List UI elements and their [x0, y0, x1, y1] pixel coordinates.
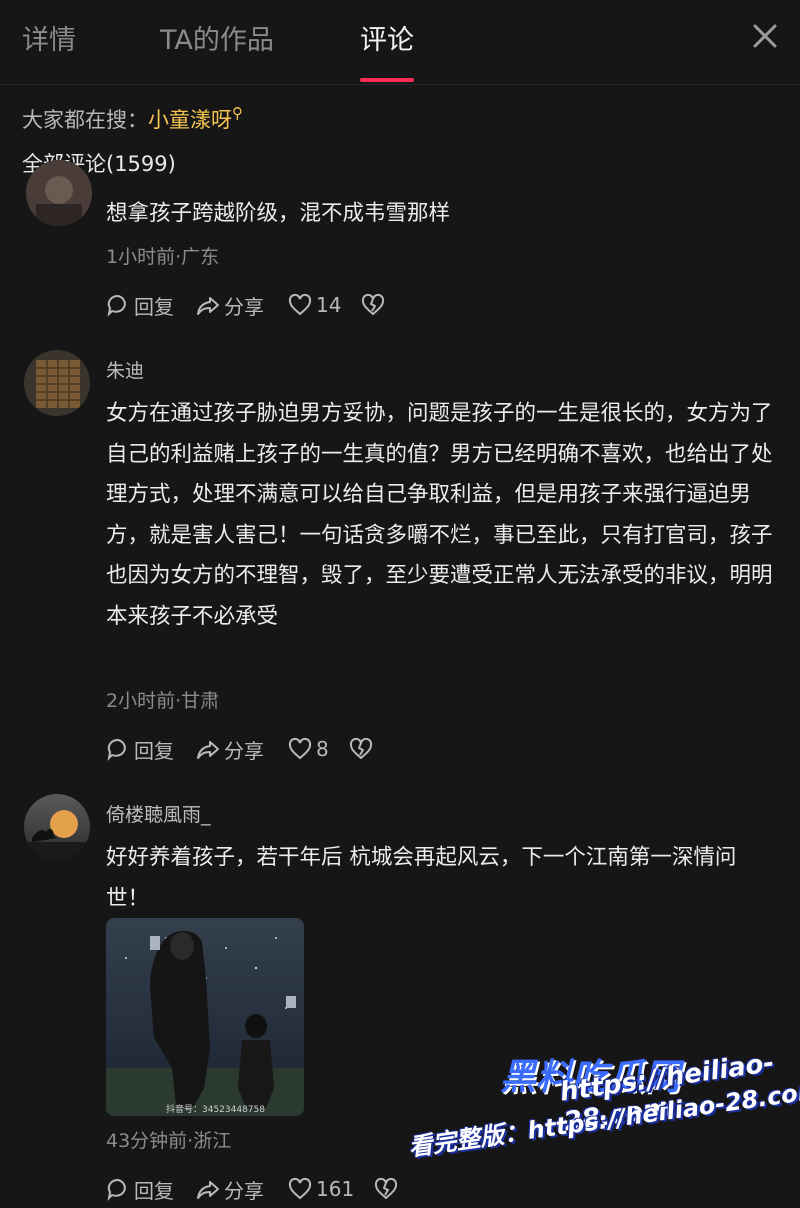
tab-comments[interactable]: 评论: [360, 18, 414, 57]
like-count: 8: [316, 737, 329, 761]
comment-text: 好好养着孩子，若干年后 杭城会再起风云，下一个江南第一深情问世！: [106, 845, 737, 911]
watermark-full-link: 看完整版：https://heiliao-28.com: [406, 1075, 800, 1162]
share-label: 分享: [224, 294, 264, 319]
comment-actions: 回复 分享 14: [106, 290, 389, 320]
reply-label: 回复: [134, 1178, 174, 1203]
comment-actions: 回复 分享 161: [106, 1174, 402, 1204]
comment-text: 女方在通过孩子胁迫男方妥协，问题是孩子的一生是很长的，女方为了自己的利益赌上孩子…: [106, 401, 773, 629]
active-tab-indicator: [360, 78, 414, 82]
like-icon: [288, 293, 312, 316]
image-caption: 抖音号：34523448758: [166, 1105, 265, 1115]
reply-icon: [107, 294, 126, 317]
share-button[interactable]: 分享: [196, 735, 264, 764]
like-button[interactable]: 8: [288, 737, 329, 761]
hot-search-keyword[interactable]: 小童漾呀: [148, 108, 232, 132]
comment-meta: 43分钟前·浙江: [106, 1130, 232, 1152]
comment-image[interactable]: 抖音号：34523448758: [106, 918, 304, 1116]
reply-button[interactable]: 回复: [106, 735, 174, 764]
watermark-brand: 黑料吃瓜网: [500, 1057, 681, 1098]
tab-works[interactable]: TA的作品: [160, 18, 274, 57]
tab-details[interactable]: 详情: [22, 18, 76, 57]
share-icon: [197, 741, 219, 759]
comment-username[interactable]: 朱迪: [106, 356, 144, 383]
avatar[interactable]: [26, 160, 92, 226]
like-button[interactable]: 14: [288, 293, 341, 317]
like-count: 161: [316, 1177, 355, 1201]
reply-button[interactable]: 回复: [106, 291, 174, 320]
reply-button[interactable]: 回复: [106, 1175, 174, 1204]
like-icon: [288, 737, 312, 760]
dislike-icon: [349, 737, 372, 759]
comment-meta: 1小时前·广东: [106, 246, 220, 268]
like-icon: [288, 1177, 312, 1200]
share-icon: [197, 1181, 219, 1199]
comment-actions: 回复 分享 8: [106, 734, 377, 764]
dislike-icon: [362, 293, 385, 315]
share-icon: [197, 297, 219, 315]
comment-text: 想拿孩子跨越阶级，混不成韦雪那样: [106, 201, 451, 226]
share-button[interactable]: 分享: [196, 291, 264, 320]
comment-username[interactable]: 倚楼聴風雨_: [106, 800, 211, 827]
share-label: 分享: [224, 738, 264, 763]
hot-search: 大家都在搜：小童漾呀⚲: [22, 104, 243, 134]
watermark-url: https://heiliao-28.com: [558, 1047, 776, 1138]
watermark: 黑料吃瓜网 https://heiliao-28.com 看完整版：https:…: [400, 1040, 800, 1200]
dislike-icon: [375, 1177, 398, 1199]
avatar[interactable]: [24, 794, 90, 860]
like-button[interactable]: 161: [288, 1177, 354, 1201]
reply-label: 回复: [134, 294, 174, 319]
close-button[interactable]: [750, 18, 780, 54]
share-label: 分享: [224, 1178, 264, 1203]
reply-label: 回复: [134, 738, 174, 763]
search-icon: ⚲: [232, 104, 243, 122]
reply-icon: [107, 738, 126, 761]
close-icon: [753, 24, 777, 48]
dislike-button[interactable]: [349, 737, 377, 761]
dislike-button[interactable]: [374, 1177, 402, 1201]
dislike-button[interactable]: [361, 293, 389, 317]
hot-search-prefix: 大家都在搜：: [22, 108, 148, 132]
avatar[interactable]: [24, 350, 90, 416]
share-button[interactable]: 分享: [196, 1175, 264, 1204]
comment-meta: 2小时前·甘肃: [106, 690, 220, 712]
reply-icon: [107, 1178, 126, 1201]
like-count: 14: [316, 293, 342, 317]
tab-bar: 详情 TA的作品 评论: [0, 0, 800, 85]
